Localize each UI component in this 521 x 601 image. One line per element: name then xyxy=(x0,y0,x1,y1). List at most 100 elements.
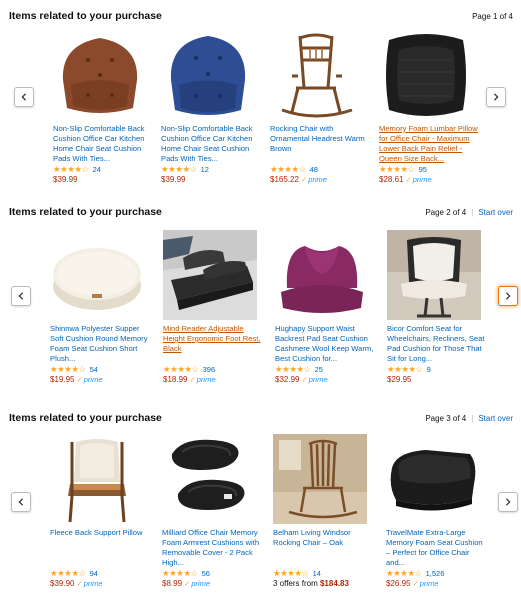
rating: ★★★★☆ 9 xyxy=(387,365,487,375)
rocking-chair-image[interactable] xyxy=(270,30,364,120)
prime-badge: prime xyxy=(184,579,210,588)
product-card[interactable]: Non-Slip Comfortable Back Cushion Office… xyxy=(161,30,261,185)
rating: ★★★★☆ 48 xyxy=(270,165,370,175)
prime-badge: prime xyxy=(405,175,431,184)
carousel-next-button[interactable] xyxy=(498,286,518,306)
product-card[interactable]: Non-Slip Comfortable Back Cushion Office… xyxy=(53,30,153,185)
review-count-link[interactable]: 12 xyxy=(201,165,209,174)
price-value: $28.61 xyxy=(379,175,404,184)
section-title: Items related to your purchase xyxy=(9,412,162,424)
price: $32.99prime xyxy=(275,374,375,385)
product-title-link[interactable]: Hughapy Support Waist Backrest Pad Seat … xyxy=(275,324,375,364)
review-count-link[interactable]: 14 xyxy=(313,569,321,578)
star-rating-icon[interactable]: ★★★★☆ xyxy=(273,569,309,578)
price-value: $8.99 xyxy=(162,579,183,588)
product-title-link[interactable]: Non-Slip Comfortable Back Cushion Office… xyxy=(161,124,261,164)
product-card[interactable]: Rocking Chair with Ornamental Headrest W… xyxy=(270,30,370,185)
review-count-link[interactable]: 9 xyxy=(427,365,431,374)
prime-badge: prime xyxy=(412,579,438,588)
rating: ★★★★☆ 94 xyxy=(50,569,150,579)
star-rating-icon[interactable]: ★★★★☆ xyxy=(53,165,89,174)
price-value: $39.99 xyxy=(53,175,78,184)
product-title-link[interactable]: Fleece Back Support Pillow xyxy=(50,528,150,568)
price: $165.22prime xyxy=(270,174,370,185)
review-count-link[interactable]: 56 xyxy=(202,569,210,578)
rating: ★★★★☆ 95 xyxy=(379,165,479,175)
price: $39.99 xyxy=(161,174,261,185)
offers-text[interactable]: 3 offers from xyxy=(273,579,320,588)
product-card[interactable]: TravelMate Extra-Large Memory Foam Seat … xyxy=(386,434,486,589)
star-rating-icon[interactable]: ★★★★☆ xyxy=(50,569,86,578)
product-card[interactable]: Bicor Comfort Seat for Wheelchairs, Recl… xyxy=(387,230,487,385)
price: $39.99 xyxy=(53,174,153,185)
office-chair-cushion-image[interactable] xyxy=(387,230,481,320)
product-card[interactable]: Belham Living Windsor Rocking Chair – Oa… xyxy=(273,434,373,589)
lumbar-pillow-image[interactable] xyxy=(379,30,473,120)
product-title-link[interactable]: Bicor Comfort Seat for Wheelchairs, Recl… xyxy=(387,324,487,364)
review-count-link[interactable]: 396 xyxy=(203,365,216,374)
star-rating-icon[interactable]: ★★★★☆ xyxy=(270,165,306,174)
star-rating-icon[interactable]: ★★★★☆ xyxy=(386,569,422,578)
product-title-link[interactable]: Shinnwa Polyester Supper Soft Cushion Ro… xyxy=(50,324,150,364)
purple-cushion-image[interactable] xyxy=(275,230,369,320)
product-title-link[interactable]: Milliard Office Chair Memory Foam Armres… xyxy=(162,528,262,568)
star-rating-icon[interactable]: ★★★★☆ xyxy=(162,569,198,578)
price-value: $39.90 xyxy=(50,579,75,588)
pager-divider: | xyxy=(471,414,474,423)
star-rating-icon[interactable]: ★★★★☆ xyxy=(379,165,415,174)
black-seat-cushion-image[interactable] xyxy=(386,434,480,524)
review-count-link[interactable]: 95 xyxy=(419,165,427,174)
blue-cushion-image[interactable] xyxy=(161,30,255,120)
product-card[interactable]: Memory Foam Lumbar Pillow for Office Cha… xyxy=(379,30,479,185)
product-title-link[interactable]: TravelMate Extra-Large Memory Foam Seat … xyxy=(386,528,486,568)
price-value: $39.99 xyxy=(161,175,186,184)
star-rating-icon[interactable]: ★★★★☆ xyxy=(50,365,86,374)
offers-price: $184.83 xyxy=(319,579,349,588)
star-rating-icon[interactable]: ★★★★☆ xyxy=(275,365,311,374)
star-rating-icon[interactable]: ★★★★☆ xyxy=(387,365,423,374)
price: $28.61prime xyxy=(379,174,479,185)
review-count-link[interactable]: 54 xyxy=(90,365,98,374)
product-card[interactable]: Mind Reader Adjustable Height Ergonomic … xyxy=(163,230,263,385)
star-rating-icon[interactable]: ★★★★☆ xyxy=(163,365,199,374)
brown-cushion-image[interactable] xyxy=(53,30,147,120)
product-card[interactable]: Shinnwa Polyester Supper Soft Cushion Ro… xyxy=(50,230,150,385)
armrest-pads-image[interactable] xyxy=(162,434,256,524)
price: $18.99prime xyxy=(163,374,263,385)
product-card[interactable]: Fleece Back Support Pillow ★★★★☆ 94 $39.… xyxy=(50,434,150,589)
rating: ★★★★☆ 54 xyxy=(50,365,150,375)
product-title-link[interactable]: Non-Slip Comfortable Back Cushion Office… xyxy=(53,124,153,164)
fleece-pillow-image[interactable] xyxy=(50,434,144,524)
product-title-link[interactable]: Mind Reader Adjustable Height Ergonomic … xyxy=(163,324,263,364)
product-title-link[interactable]: Memory Foam Lumbar Pillow for Office Cha… xyxy=(379,124,479,164)
star-rating-icon[interactable]: ★★★★☆ xyxy=(161,165,197,174)
page-indicator: Page 2 of 4 xyxy=(425,208,467,217)
product-card[interactable]: Hughapy Support Waist Backrest Pad Seat … xyxy=(275,230,375,385)
carousel-next-button[interactable] xyxy=(498,492,518,512)
round-cushion-image[interactable] xyxy=(50,230,144,320)
review-count-link[interactable]: 1,526 xyxy=(426,569,445,578)
carousel-prev-button[interactable] xyxy=(11,492,31,512)
start-over-link[interactable]: Start over xyxy=(478,208,513,217)
rating: ★★★★☆ 24 xyxy=(53,165,153,175)
product-title-link[interactable]: Belham Living Windsor Rocking Chair – Oa… xyxy=(273,528,373,568)
review-count-link[interactable]: 24 xyxy=(93,165,101,174)
review-count-link[interactable]: 48 xyxy=(310,165,318,174)
start-over-link[interactable]: Start over xyxy=(478,414,513,423)
review-count-link[interactable]: 94 xyxy=(90,569,98,578)
rating: ★★★★☆ 14 xyxy=(273,569,373,579)
product-title-link[interactable]: Rocking Chair with Ornamental Headrest W… xyxy=(270,124,370,164)
carousel-next-button[interactable] xyxy=(486,87,506,107)
price-value: $165.22 xyxy=(270,175,299,184)
pager-divider: | xyxy=(471,208,474,217)
review-count-link[interactable]: 25 xyxy=(315,365,323,374)
carousel-prev-button[interactable] xyxy=(14,87,34,107)
carousel-prev-button[interactable] xyxy=(11,286,31,306)
product-card[interactable]: Milliard Office Chair Memory Foam Armres… xyxy=(162,434,262,589)
foot-rest-image[interactable] xyxy=(163,230,257,320)
windsor-rocker-image[interactable] xyxy=(273,434,367,524)
price: $26.95prime xyxy=(386,578,486,589)
chevron-right-icon xyxy=(493,93,499,101)
prime-badge: prime xyxy=(76,579,102,588)
chevron-left-icon xyxy=(21,93,27,101)
